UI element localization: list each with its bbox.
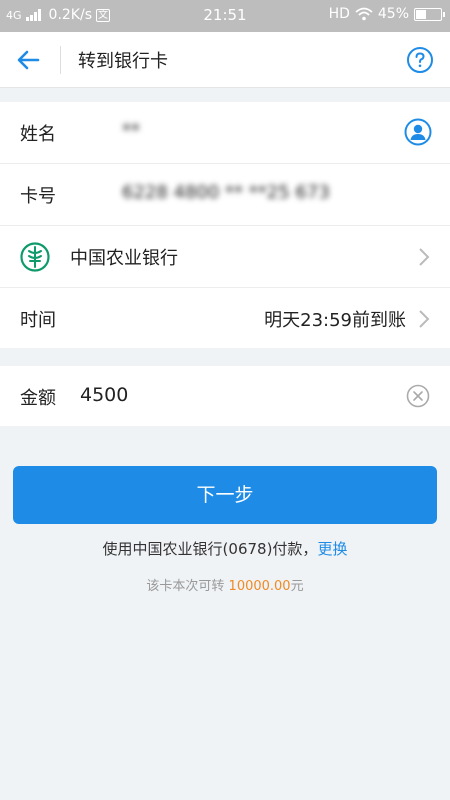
change-payment-link[interactable]: 更换 xyxy=(317,540,347,558)
limit-suffix: 元 xyxy=(290,579,304,594)
battery-percent: 45% xyxy=(377,6,409,22)
name-field[interactable]: ** xyxy=(122,120,140,141)
limit-amount: 10000.00 xyxy=(228,579,291,594)
nav-divider xyxy=(60,46,61,74)
chevron-right-icon xyxy=(419,310,430,328)
clear-icon[interactable] xyxy=(406,384,430,408)
limit-prefix: 该卡本次可转 xyxy=(146,579,229,594)
payment-method-text: 使用中国农业银行(0678)付款， xyxy=(102,540,318,558)
nav-bar: 转到银行卡 xyxy=(0,32,450,88)
transfer-limit-info: 该卡本次可转 10000.00元 xyxy=(0,575,450,594)
name-row[interactable]: 姓名 ** xyxy=(0,102,450,164)
abc-bank-logo-icon xyxy=(20,242,50,272)
battery-fill xyxy=(416,9,427,19)
bank-row[interactable]: 中国农业银行 xyxy=(0,226,450,288)
amount-label: 金额 xyxy=(20,388,56,409)
status-right: HD 45% xyxy=(328,6,445,22)
payment-method-info: 使用中国农业银行(0678)付款，更换 xyxy=(0,538,450,559)
arrival-time-row[interactable]: 时间 明天23:59前到账 xyxy=(0,288,450,350)
wifi-icon xyxy=(355,7,373,21)
card-number-row[interactable]: 卡号 6228 4800 ** **25 673 xyxy=(0,164,450,226)
next-step-button[interactable]: 下一步 xyxy=(13,466,437,524)
page-title: 转到银行卡 xyxy=(78,51,168,72)
battery-icon xyxy=(414,7,445,21)
bank-name: 中国农业银行 xyxy=(70,248,178,269)
arrival-time-value: 明天23:59前到账 xyxy=(264,310,406,331)
status-bar: 4G 0.2K/s 文 21:51 HD 45% xyxy=(0,0,450,32)
help-icon[interactable] xyxy=(406,46,434,74)
card-label: 卡号 xyxy=(20,186,56,207)
time-label: 时间 xyxy=(20,310,56,331)
chevron-right-icon xyxy=(419,248,430,266)
recipient-card: 姓名 ** 卡号 6228 4800 ** **25 673 中国农业银行 时间… xyxy=(0,102,450,348)
name-label: 姓名 xyxy=(20,124,56,145)
back-arrow-icon[interactable] xyxy=(14,46,44,74)
hd-indicator: HD xyxy=(328,6,350,22)
card-number-field[interactable]: 6228 4800 ** **25 673 xyxy=(122,182,330,203)
amount-input[interactable]: 4500 xyxy=(80,384,128,406)
contact-person-icon[interactable] xyxy=(404,118,432,146)
amount-card: 金额 4500 xyxy=(0,366,450,426)
